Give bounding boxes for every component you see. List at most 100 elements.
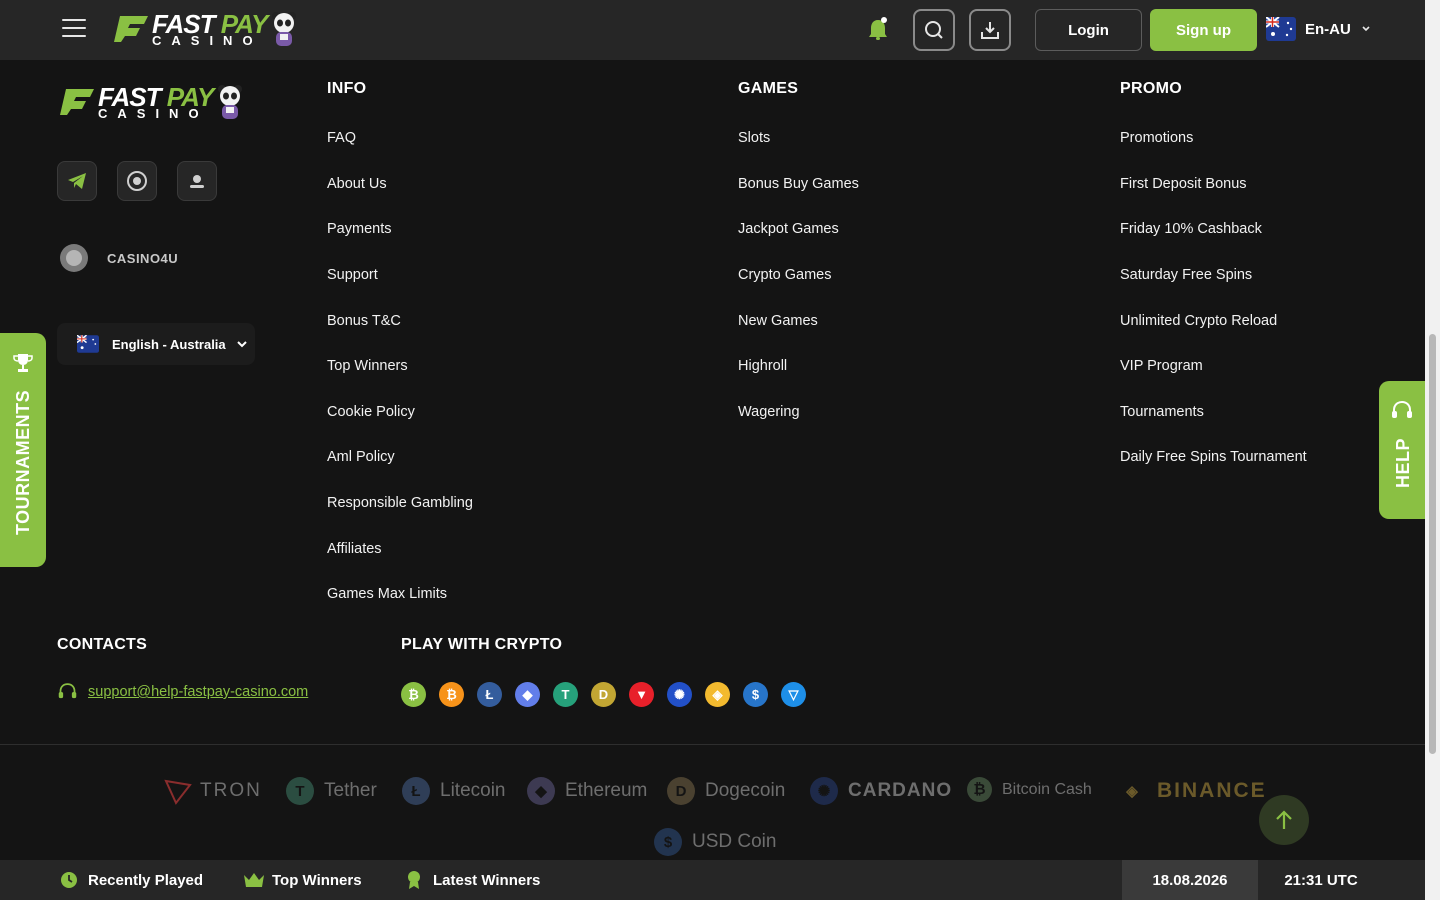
page-scrollbar[interactable] — [1425, 0, 1440, 900]
contact-email: support@help-fastpay-casino.com — [57, 682, 308, 702]
cardano-logo-icon: ✺ — [810, 777, 838, 805]
login-button[interactable]: Login — [1035, 9, 1142, 51]
community-badge-icon — [127, 171, 147, 191]
notification-bell-icon[interactable] — [866, 16, 890, 42]
info-link-aml-policy[interactable]: Aml Policy — [327, 449, 395, 465]
brand-dogecoin: D Dogecoin — [667, 777, 785, 805]
australia-flag-icon — [1266, 17, 1296, 41]
chevron-down-icon — [236, 341, 247, 348]
crypto-tether-icon: T — [553, 682, 578, 707]
crypto-title: PLAY WITH CRYPTO — [401, 636, 563, 653]
partner-seal-icon — [60, 244, 88, 272]
games-link-wagering[interactable]: Wagering — [738, 404, 800, 420]
brand-tether: T Tether — [286, 777, 377, 805]
crypto-usd-coin-icon: $ — [743, 682, 768, 707]
help-tab[interactable]: HELP — [1379, 381, 1425, 519]
search-button[interactable] — [913, 9, 955, 51]
games-link-bonus-buy[interactable]: Bonus Buy Games — [738, 176, 859, 192]
recently-played-button[interactable]: Recently Played — [60, 860, 203, 900]
crypto-dogecoin-icon: D — [591, 682, 616, 707]
promo-link-first-deposit[interactable]: First Deposit Bonus — [1120, 176, 1247, 192]
info-link-payments[interactable]: Payments — [327, 221, 391, 237]
binance-logo-icon: ◈ — [1126, 783, 1140, 800]
tron-logo-icon — [164, 779, 192, 805]
promo-link-tournaments[interactable]: Tournaments — [1120, 404, 1204, 420]
language-select-label: English - Australia — [112, 336, 226, 352]
arrow-up-icon — [1276, 810, 1292, 829]
footer-logo[interactable]: FAST PAY CASINO — [60, 83, 243, 121]
crypto-tron-icon: ▼ — [629, 682, 654, 707]
promo-link-vip-program[interactable]: VIP Program — [1120, 358, 1203, 374]
current-date: 18.08.2026 — [1122, 860, 1258, 900]
crypto-binance-icon: ◈ — [705, 682, 730, 707]
info-link-bonus-tc[interactable]: Bonus T&C — [327, 313, 401, 329]
tournaments-tab-label: TOURNAMENTS — [13, 389, 33, 535]
brand-bitcoin-cash: ₿ Bitcoin Cash — [967, 777, 1092, 802]
games-link-new[interactable]: New Games — [738, 313, 818, 329]
top-winners-button[interactable]: Top Winners — [243, 860, 362, 900]
games-link-highroll[interactable]: Highroll — [738, 358, 787, 374]
scrollbar-thumb[interactable] — [1429, 334, 1436, 754]
community-button[interactable] — [117, 161, 157, 201]
tournaments-tab[interactable]: TOURNAMENTS — [0, 333, 46, 567]
latest-winners-button[interactable]: Latest Winners — [405, 860, 540, 900]
brand-usd-coin: $ USD Coin — [654, 828, 776, 856]
info-link-top-winners[interactable]: Top Winners — [327, 358, 408, 374]
signup-button[interactable]: Sign up — [1150, 9, 1257, 51]
bottom-bar: Recently Played Top Winners Latest Winne… — [0, 860, 1425, 900]
australia-flag-icon — [77, 335, 99, 353]
header-logo[interactable]: FAST PAY CASINO — [114, 10, 297, 48]
brand-ethereum: ◆ Ethereum — [527, 777, 647, 805]
menu-icon[interactable] — [62, 19, 86, 39]
info-link-affiliates[interactable]: Affiliates — [327, 541, 382, 557]
language-code: En-AU — [1305, 20, 1351, 38]
download-button[interactable] — [969, 9, 1011, 51]
crypto-cardano-icon: ✺ — [667, 682, 692, 707]
language-switcher[interactable]: En-AU — [1266, 17, 1371, 41]
crypto-bitcoin-cash-icon: ₿ — [401, 682, 426, 707]
panda-mascot-icon — [272, 12, 297, 46]
promo-title: PROMO — [1120, 80, 1182, 97]
brand-binance: ◈ BINANCE — [1119, 777, 1267, 805]
games-link-jackpot[interactable]: Jackpot Games — [738, 221, 839, 237]
info-link-cookie-policy[interactable]: Cookie Policy — [327, 404, 415, 420]
crypto-ethereum-icon: ◆ — [515, 682, 540, 707]
support-email-link[interactable]: support@help-fastpay-casino.com — [88, 684, 308, 700]
info-link-faq[interactable]: FAQ — [327, 130, 356, 146]
promo-link-friday-cashback[interactable]: Friday 10% Cashback — [1120, 221, 1262, 237]
award-icon — [408, 871, 420, 889]
info-link-games-max-limits[interactable]: Games Max Limits — [327, 586, 447, 602]
tether-logo-icon: T — [286, 777, 314, 805]
partner-logos: CASINO4U — [57, 241, 178, 275]
crown-icon — [244, 873, 264, 887]
telegram-button[interactable] — [57, 161, 97, 201]
download-icon — [981, 22, 999, 39]
promo-link-saturday-free-spins[interactable]: Saturday Free Spins — [1120, 267, 1252, 283]
back-to-top-button[interactable] — [1259, 795, 1309, 845]
logo-casino-text: CASINO — [98, 106, 209, 121]
review-site-button[interactable] — [177, 161, 217, 201]
telegram-icon — [68, 173, 86, 189]
brand-tron: TRON — [164, 777, 262, 805]
promo-link-daily-free-spins[interactable]: Daily Free Spins Tournament — [1120, 449, 1307, 465]
promo-link-crypto-reload[interactable]: Unlimited Crypto Reload — [1120, 313, 1277, 329]
games-title: GAMES — [738, 80, 799, 97]
crypto-litecoin-icon: Ł — [477, 682, 502, 707]
bitcoin-cash-logo-icon: ₿ — [967, 777, 992, 802]
promo-link-promotions[interactable]: Promotions — [1120, 130, 1193, 146]
games-link-slots[interactable]: Slots — [738, 130, 770, 146]
chevron-down-icon — [1362, 26, 1370, 32]
top-header: FAST PAY CASINO Login Sign up En-AU — [0, 0, 1425, 60]
games-link-crypto[interactable]: Crypto Games — [738, 267, 831, 283]
trophy-icon — [13, 354, 33, 372]
ethereum-logo-icon: ◆ — [527, 777, 555, 805]
logo-mark-icon — [60, 89, 94, 115]
search-icon — [925, 21, 943, 39]
footer-divider — [0, 744, 1425, 745]
language-select[interactable]: English - Australia — [57, 323, 255, 365]
litecoin-logo-icon: Ł — [402, 777, 430, 805]
info-link-about-us[interactable]: About Us — [327, 176, 387, 192]
info-link-support[interactable]: Support — [327, 267, 378, 283]
info-link-responsible-gambling[interactable]: Responsible Gambling — [327, 495, 473, 511]
brand-litecoin: Ł Litecoin — [402, 777, 506, 805]
